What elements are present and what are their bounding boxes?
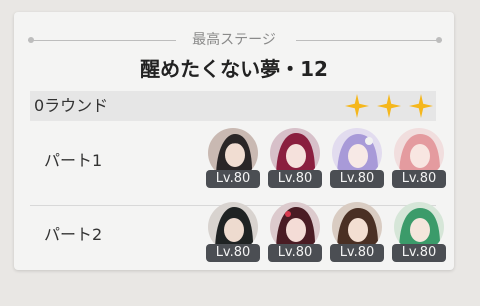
team-label: パート2 [44,225,103,244]
character-slot[interactable]: Lv.80 [392,128,446,192]
level-badge: Lv.80 [268,244,322,262]
round-label: 0ラウンド [34,96,109,115]
character-slot[interactable]: Lv.80 [206,202,260,266]
round-row: 0ラウンド [30,91,436,121]
character-slot[interactable]: Lv.80 [330,202,384,266]
team-label: パート1 [44,151,103,170]
character-slot[interactable]: Lv.80 [330,128,384,192]
divider-line [296,40,442,41]
section-header: 最高ステージ [14,30,454,50]
character-slot[interactable]: Lv.80 [268,128,322,192]
level-badge: Lv.80 [206,244,260,262]
level-badge: Lv.80 [392,170,446,188]
level-badge: Lv.80 [330,244,384,262]
stage-record-panel: 最高ステージ 醒めたくない夢・12 0ラウンド パート1 Lv.80 Lv.80… [14,12,454,270]
level-badge: Lv.80 [392,244,446,262]
level-badge: Lv.80 [330,170,384,188]
divider-ornament [436,37,442,43]
level-badge: Lv.80 [268,170,322,188]
character-slot[interactable]: Lv.80 [206,128,260,192]
star-icon [345,94,369,118]
star-icon [377,94,401,118]
level-badge: Lv.80 [206,170,260,188]
star-rating [338,93,434,119]
stage-title: 醒めたくない夢・12 [140,57,328,81]
character-slot[interactable]: Lv.80 [392,202,446,266]
character-slot[interactable]: Lv.80 [268,202,322,266]
team-row-part-2: パート2 Lv.80 Lv.80 Lv.80 Lv.80 [30,202,446,272]
star-icon [409,94,433,118]
team-row-part-1: パート1 Lv.80 Lv.80 Lv.80 Lv.80 [30,128,446,198]
